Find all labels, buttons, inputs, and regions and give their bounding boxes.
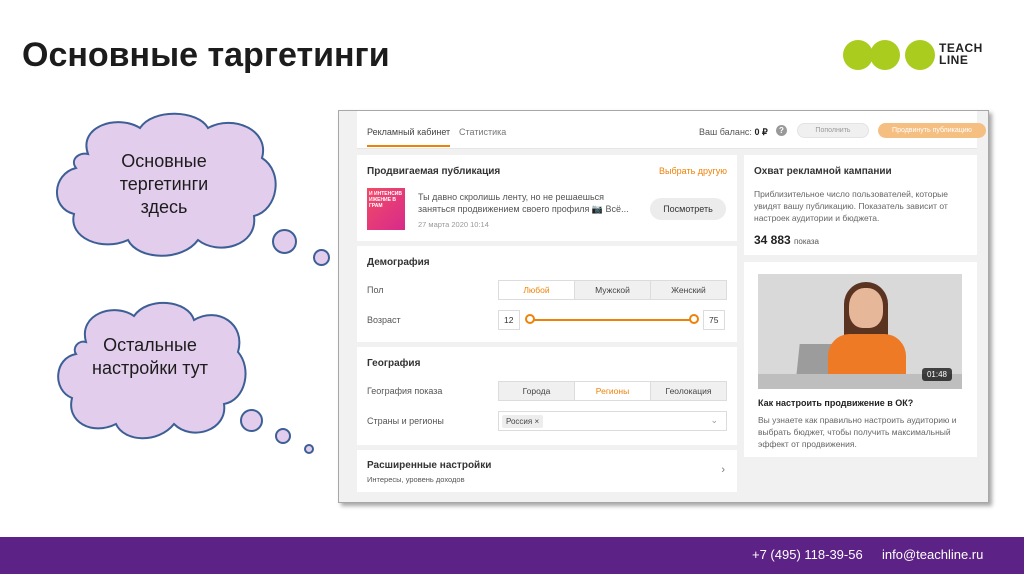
advanced-settings-subtitle: Интересы, уровень доходов (367, 475, 465, 484)
thought-bubble (240, 409, 263, 432)
logo-dot (843, 40, 873, 70)
thought-bubble (272, 229, 297, 254)
age-label: Возраст (367, 315, 401, 325)
video-thumbnail[interactable]: 01:48 (758, 274, 962, 389)
balance-value: 0 ₽ (754, 127, 768, 137)
post-text: Ты давно скролишь ленту, но не решаешься… (418, 192, 629, 214)
geo-option-cities[interactable]: Города (499, 382, 575, 400)
footer-email: info@teachline.ru (882, 547, 984, 562)
chevron-right-icon: › (721, 464, 725, 476)
chevron-down-icon: ⌄ (710, 415, 718, 425)
reach-card: Охват рекламной кампании Приблизительное… (744, 155, 977, 255)
footer-phone: +7 (495) 118-39-56 (752, 547, 863, 562)
advanced-settings-card[interactable]: Расширенные настройки Интересы, уровень … (357, 450, 737, 492)
logo-text: TEACH LINE (939, 41, 983, 67)
slide-title: Основные таргетинги (22, 36, 390, 74)
geo-option-geolocation[interactable]: Геолокация (651, 382, 726, 400)
cloud-top-text: Основные тергетинги здесь (119, 151, 209, 217)
choose-other-link[interactable]: Выбрать другую (659, 166, 727, 176)
promote-publication-button[interactable]: Продвинуть публикацию (878, 123, 986, 138)
demography-title: Демография (367, 257, 430, 268)
age-range-track (531, 319, 695, 321)
age-min-handle[interactable] (525, 314, 535, 324)
age-min-input[interactable]: 12 (498, 310, 520, 330)
gender-selector: Любой Мужской Женский (498, 280, 727, 300)
reach-unit: показа (794, 237, 819, 246)
teachline-logo: TEACH LINE (843, 38, 993, 72)
ads-cabinet-screenshot: Рекламный кабинет Статистика Ваш баланс:… (338, 110, 989, 503)
thought-bubble (304, 444, 314, 454)
age-max-handle[interactable] (689, 314, 699, 324)
geography-card: География География показа Города Регион… (357, 347, 737, 445)
tab-statistics[interactable]: Статистика (459, 127, 506, 137)
countries-label: Страны и регионы (367, 416, 444, 426)
post-date: 27 марта 2020 10:14 (418, 220, 489, 229)
countries-select[interactable]: Россия × ⌄ (498, 411, 727, 431)
geo-show-selector: Города Регионы Геолокация (498, 381, 727, 401)
advanced-settings-title: Расширенные настройки (367, 460, 492, 471)
geography-title: География (367, 358, 421, 369)
video-title[interactable]: Как настроить продвижение в ОК? (758, 398, 913, 408)
geo-show-label: География показа (367, 386, 443, 396)
footer-bar: +7 (495) 118-39-56 info@teachline.ru (0, 537, 1024, 574)
thought-cloud-bottom: Остальные настройки тут (52, 296, 248, 442)
topup-button[interactable]: Пополнить (797, 123, 869, 138)
gender-option-female[interactable]: Женский (651, 281, 726, 299)
cloud-bottom-text: Остальные настройки тут (92, 335, 208, 378)
tab-ads-cabinet[interactable]: Рекламный кабинет (367, 127, 451, 147)
country-chip[interactable]: Россия × (502, 415, 544, 428)
gender-option-any[interactable]: Любой (499, 281, 575, 299)
thought-cloud-top: Основные тергетинги здесь (48, 106, 280, 260)
publication-title: Продвигаемая публикация (367, 166, 501, 177)
publication-card: Продвигаемая публикация Выбрать другую И… (357, 155, 737, 241)
logo-dot (870, 40, 900, 70)
question-circle-icon[interactable]: ? (776, 125, 787, 136)
balance: Ваш баланс: 0 ₽ (699, 127, 768, 137)
thought-bubble (275, 428, 291, 444)
reach-description: Приблизительное число пользователей, кот… (754, 189, 949, 223)
post-thumbnail: И ИНТЕНСИВ ИЖЕНИЕ В ГРАМ (367, 188, 405, 230)
gender-label: Пол (367, 285, 384, 295)
view-button[interactable]: Посмотреть (650, 198, 726, 220)
video-card: 01:48 Как настроить продвижение в ОК? Вы… (744, 262, 977, 457)
reach-title: Охват рекламной кампании (754, 166, 892, 177)
video-duration: 01:48 (921, 368, 952, 381)
logo-dot (905, 40, 935, 70)
top-bar: Рекламный кабинет Статистика Ваш баланс:… (357, 111, 986, 149)
demography-card: Демография Пол Любой Мужской Женский Воз… (357, 246, 737, 342)
age-max-input[interactable]: 75 (703, 310, 725, 330)
video-description: Вы узнаете как правильно настроить аудит… (758, 415, 957, 449)
thought-bubble (313, 249, 330, 266)
reach-value: 34 883 показа (754, 233, 819, 247)
geo-option-regions[interactable]: Регионы (575, 382, 651, 400)
gender-option-male[interactable]: Мужской (575, 281, 651, 299)
